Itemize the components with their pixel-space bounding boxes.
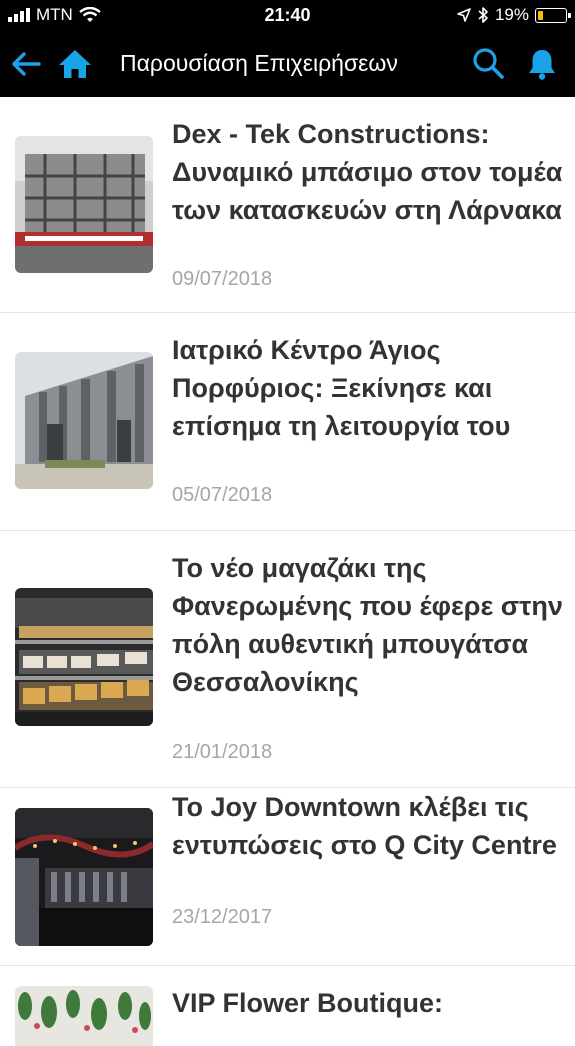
article-title[interactable]: Το νέο μαγαζάκι της Φανερωμένης που έφερ… <box>172 549 567 701</box>
article-title[interactable]: Dex - Tek Constructions: Δυναμικό μπάσιμ… <box>172 115 567 229</box>
battery-icon <box>535 7 571 23</box>
article-item[interactable]: Ιατρικό Κέντρο Άγιος Πορφύριος: Ξεκίνησε… <box>0 313 575 531</box>
article-date: 23/12/2017 <box>172 906 273 928</box>
article-title[interactable]: Ιατρικό Κέντρο Άγιος Πορφύριος: Ξεκίνησε… <box>172 331 567 445</box>
home-icon[interactable] <box>57 46 93 82</box>
article-title[interactable]: VIP Flower Boutique: <box>172 984 567 1022</box>
article-list: Dex - Tek Constructions: Δυναμικό μπάσιμ… <box>0 97 575 1046</box>
page-title: Παρουσίαση Επιχειρήσεων <box>120 50 398 76</box>
location-icon <box>457 8 471 22</box>
top-bar: MTN 21:40 19% Παρουσίαση Επιχειρήσεων <box>0 0 575 97</box>
article-thumbnail <box>15 352 153 489</box>
bell-icon[interactable] <box>524 46 560 82</box>
article-thumbnail <box>15 588 153 726</box>
bluetooth-icon <box>478 7 488 23</box>
article-item[interactable]: Το Joy Downtown κλέβει τις εντυπώσεις στ… <box>0 788 575 966</box>
article-thumbnail <box>15 136 153 273</box>
search-icon[interactable] <box>470 46 506 82</box>
article-thumbnail <box>15 808 153 946</box>
article-title[interactable]: Το Joy Downtown κλέβει τις εντυπώσεις στ… <box>172 788 567 864</box>
article-date: 21/01/2018 <box>172 741 273 763</box>
arrow-left-icon[interactable] <box>8 46 44 82</box>
article-date: 05/07/2018 <box>172 484 273 506</box>
article-item[interactable]: Το νέο μαγαζάκι της Φανερωμένης που έφερ… <box>0 531 575 788</box>
battery-percent: 19% <box>494 5 529 24</box>
navigation-bar: Παρουσίαση Επιχειρήσεων <box>0 34 575 96</box>
article-date: 09/07/2018 <box>172 268 273 290</box>
article-thumbnail <box>15 986 153 1046</box>
article-item[interactable]: Dex - Tek Constructions: Δυναμικό μπάσιμ… <box>0 97 575 313</box>
article-item[interactable]: VIP Flower Boutique: <box>0 966 575 1046</box>
status-bar: MTN 21:40 19% <box>0 0 575 32</box>
